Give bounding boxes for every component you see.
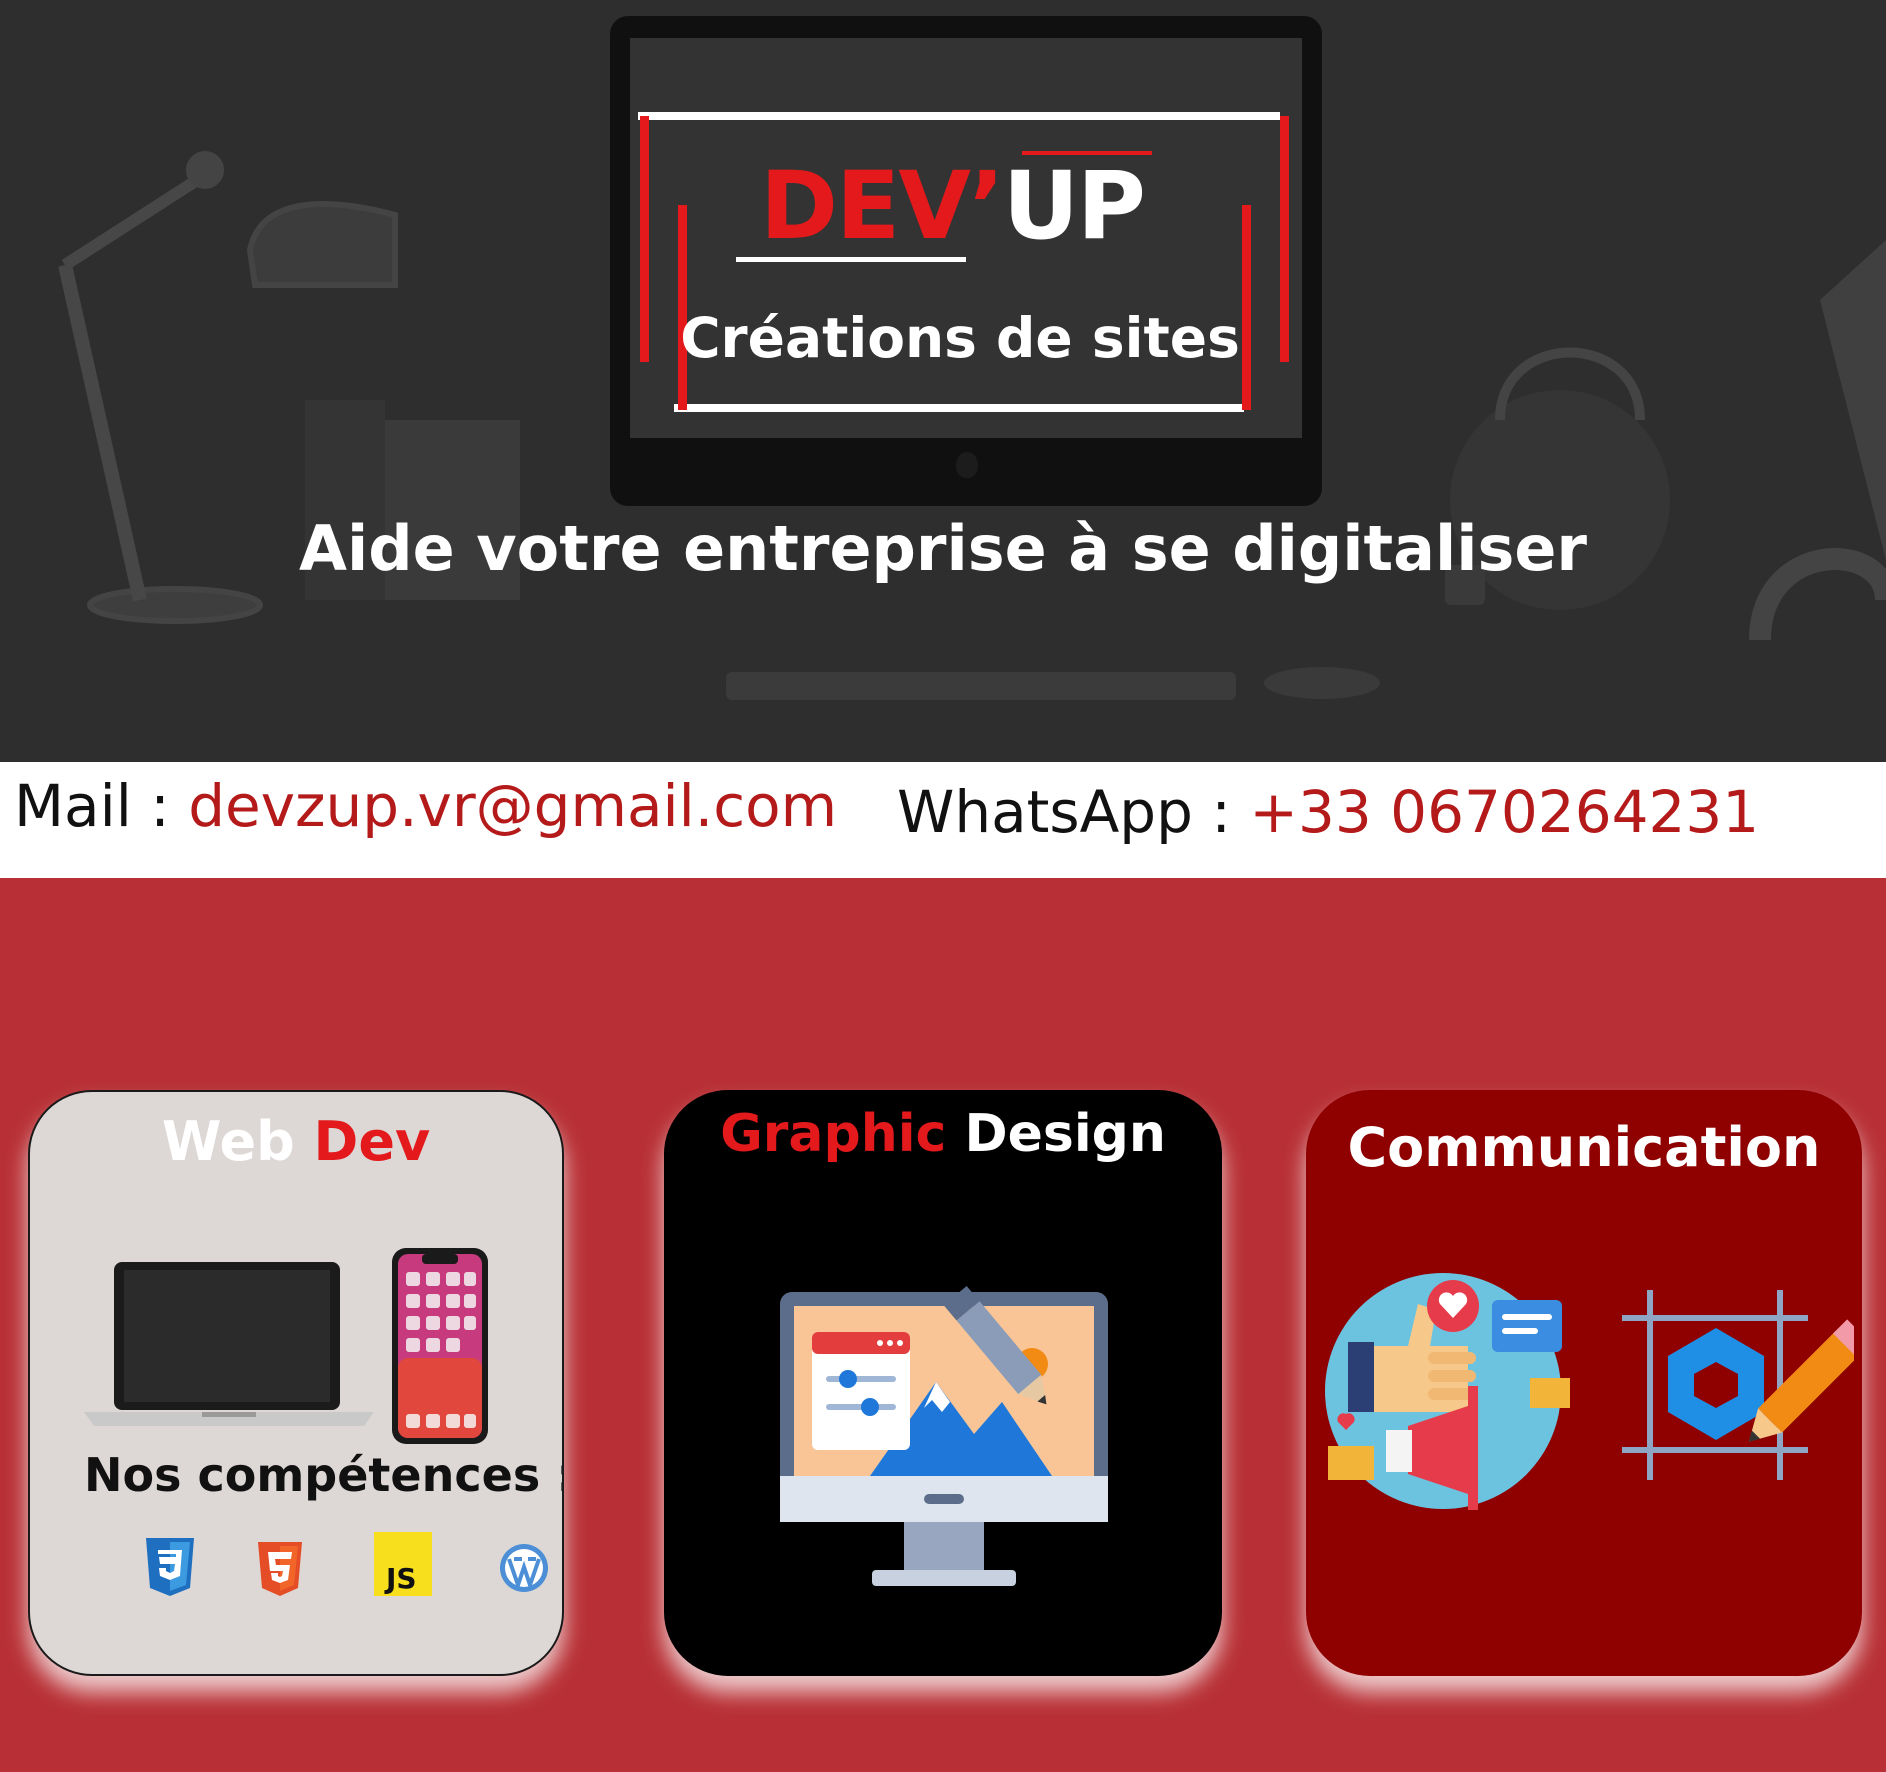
wordpress-icon [500,1544,548,1592]
logo-design-icon [1622,1290,1854,1480]
whatsapp-label: WhatsApp : [897,778,1250,846]
svg-text:JS: JS [384,1562,417,1595]
html5-icon [258,1542,302,1596]
brand-tagline: Créations de sites [680,306,1240,370]
brand-apostrophe: ’ [969,152,1005,261]
web-dev-title: Web Dev [30,1110,562,1173]
logo-frame-top [638,112,1280,120]
web-dev-title-first: Web [161,1110,314,1173]
social-media-icon [1325,1273,1570,1510]
apple-logo-icon [956,452,978,478]
card-graphic-design: Graphic Design [664,1090,1222,1676]
contact-bar: Mail : devzup.vr@gmail.com WhatsApp : +3… [0,762,1886,878]
contact-whatsapp: WhatsApp : +33 0670264231 [897,778,1759,846]
logo-underline [736,257,966,262]
mail-label: Mail : [14,772,189,840]
logo-frame-bottom [674,404,1244,412]
mail-link[interactable]: devzup.vr@gmail.com [188,772,837,840]
graphic-design-title: Graphic Design [664,1104,1222,1164]
design-monitor-icon [780,1285,1108,1586]
logo-frame-right-outer [1280,116,1289,362]
laptop-icon [84,1262,374,1426]
card-communication: Communication [1306,1090,1862,1676]
graphic-design-title-second: Design [946,1104,1166,1164]
javascript-icon: JS [374,1532,432,1596]
logo-frame-left-outer [640,116,649,362]
graphic-design-title-first: Graphic [720,1104,947,1164]
brand-logo: DEV’UP [760,160,1146,254]
contact-mail: Mail : devzup.vr@gmail.com [14,772,837,840]
brand-name-second: UP [1002,152,1146,261]
whatsapp-link[interactable]: +33 0670264231 [1249,778,1759,846]
communication-title: Communication [1347,1116,1821,1179]
hero-banner: DEV’UP Créations de sites Aide votre ent… [0,0,1886,762]
imac-monitor [610,16,1322,506]
brand-name-first: DEV [760,152,971,261]
hero-subtitle: Aide votre entreprise à se digitaliser [298,512,1588,585]
card-web-dev: Web Dev Nos compétences : JS [28,1090,564,1676]
web-dev-title-second: Dev [313,1110,431,1173]
skills-label: Nos compétences : [84,1448,564,1502]
css3-icon [146,1538,194,1596]
smartphone-icon [392,1248,488,1444]
